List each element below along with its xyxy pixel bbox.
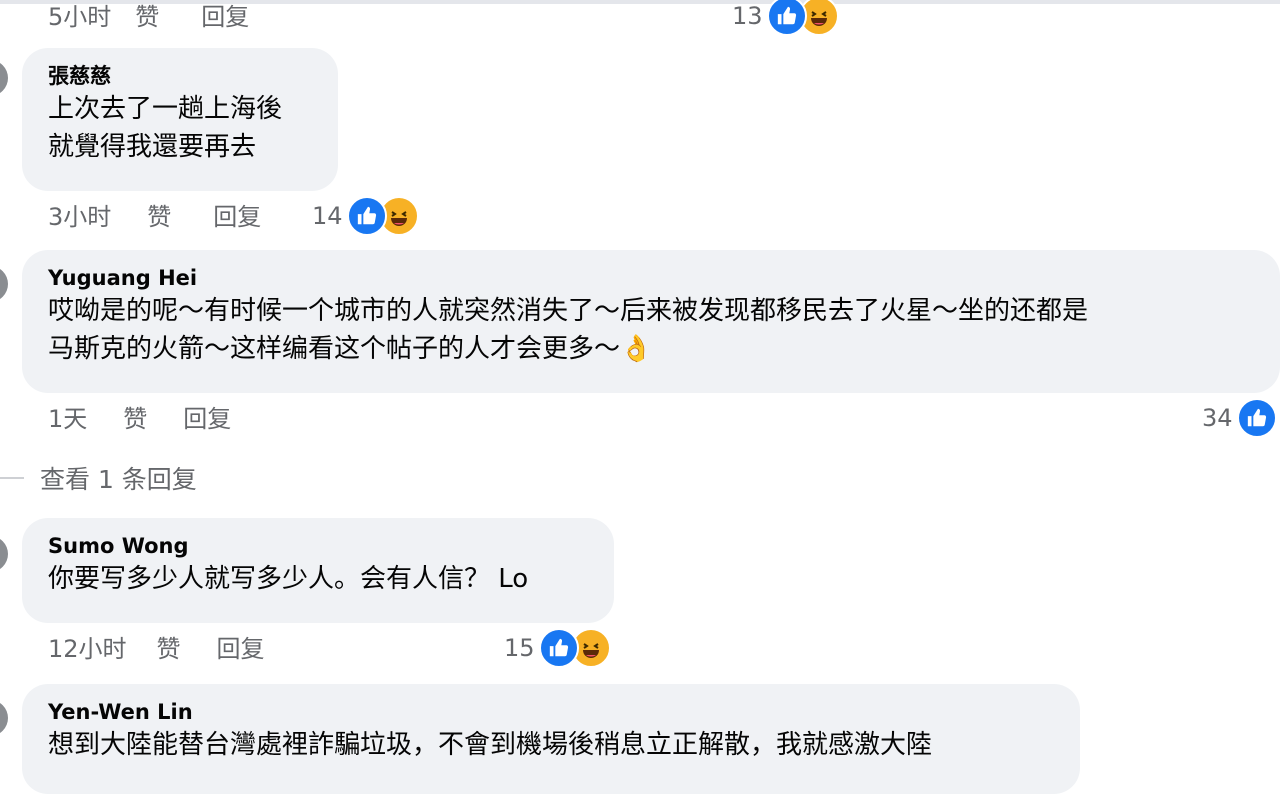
like-button[interactable]: 赞 [123,404,147,434]
comment-text: 想到大陸能替台灣處裡詐騙垃圾，不會到機場後稍息立正解散，我就感激大陸 [48,730,933,760]
comment-bubble: Sumo Wong 你要写多少人就写多少人。会有人信？ Lo [22,518,614,623]
reply-button[interactable]: 回复 [217,634,265,664]
reaction-summary[interactable]: 15 [504,628,611,668]
like-icon [538,628,579,668]
like-icon [766,0,807,36]
comment-author[interactable]: Yen-Wen Lin [48,698,1054,726]
like-button[interactable]: 赞 [135,2,159,32]
comment-actions: 3小时 赞 回复 [48,202,261,232]
comment-time[interactable]: 12小时 [48,634,127,664]
comment-text: 哎呦是的呢～有时候一个城市的人就突然消失了～后来被发现都移民去了火星～坐的还都是… [48,296,1089,364]
reaction-count: 13 [732,2,763,30]
reply-button[interactable]: 回复 [183,404,231,434]
reaction-summary[interactable]: 14 [312,196,419,236]
reaction-summary[interactable]: 13 [732,0,839,36]
comment-author[interactable]: Sumo Wong [48,532,588,560]
view-replies-link[interactable]: 查看 1 条回复 [0,458,197,498]
reaction-count: 34 [1202,404,1233,432]
comment-bubble: 張慈慈 上次去了一趟上海後 就覺得我還要再去 [22,48,338,191]
like-button[interactable]: 赞 [147,202,171,232]
comment-time[interactable]: 5小时 [48,2,111,32]
avatar[interactable] [0,700,8,736]
comment-actions: 12小时赞 回复 [48,634,265,664]
comment-text: 你要写多少人就写多少人。会有人信？ Lo [48,564,529,594]
comment-time[interactable]: 1天 [48,404,87,434]
comment-actions: 1天 赞 回复 [48,404,231,434]
reply-button[interactable]: 回复 [201,2,249,32]
reply-thread-line [0,477,24,479]
like-button[interactable]: 赞 [157,634,181,664]
comment-bubble: Yuguang Hei 哎呦是的呢～有时候一个城市的人就突然消失了～后来被发现都… [22,250,1280,393]
avatar[interactable] [0,266,8,302]
comment-actions: 5小时赞 回复 [48,2,249,32]
like-icon [346,196,387,236]
avatar[interactable] [0,60,8,96]
reaction-summary[interactable]: 34 [1202,398,1277,438]
comment-bubble: Yen-Wen Lin 想到大陸能替台灣處裡詐騙垃圾，不會到機場後稍息立正解散，… [22,684,1080,794]
comment-time[interactable]: 3小时 [48,202,111,232]
comment-author[interactable]: Yuguang Hei [48,264,1254,292]
comment-author[interactable]: 張慈慈 [48,62,312,90]
like-icon [1236,398,1277,438]
avatar[interactable] [0,536,8,572]
comment-text: 上次去了一趟上海後 就覺得我還要再去 [48,94,283,162]
view-replies-label[interactable]: 查看 1 条回复 [40,460,197,496]
reply-button[interactable]: 回复 [213,202,261,232]
reaction-count: 14 [312,202,343,230]
reaction-count: 15 [504,634,535,662]
